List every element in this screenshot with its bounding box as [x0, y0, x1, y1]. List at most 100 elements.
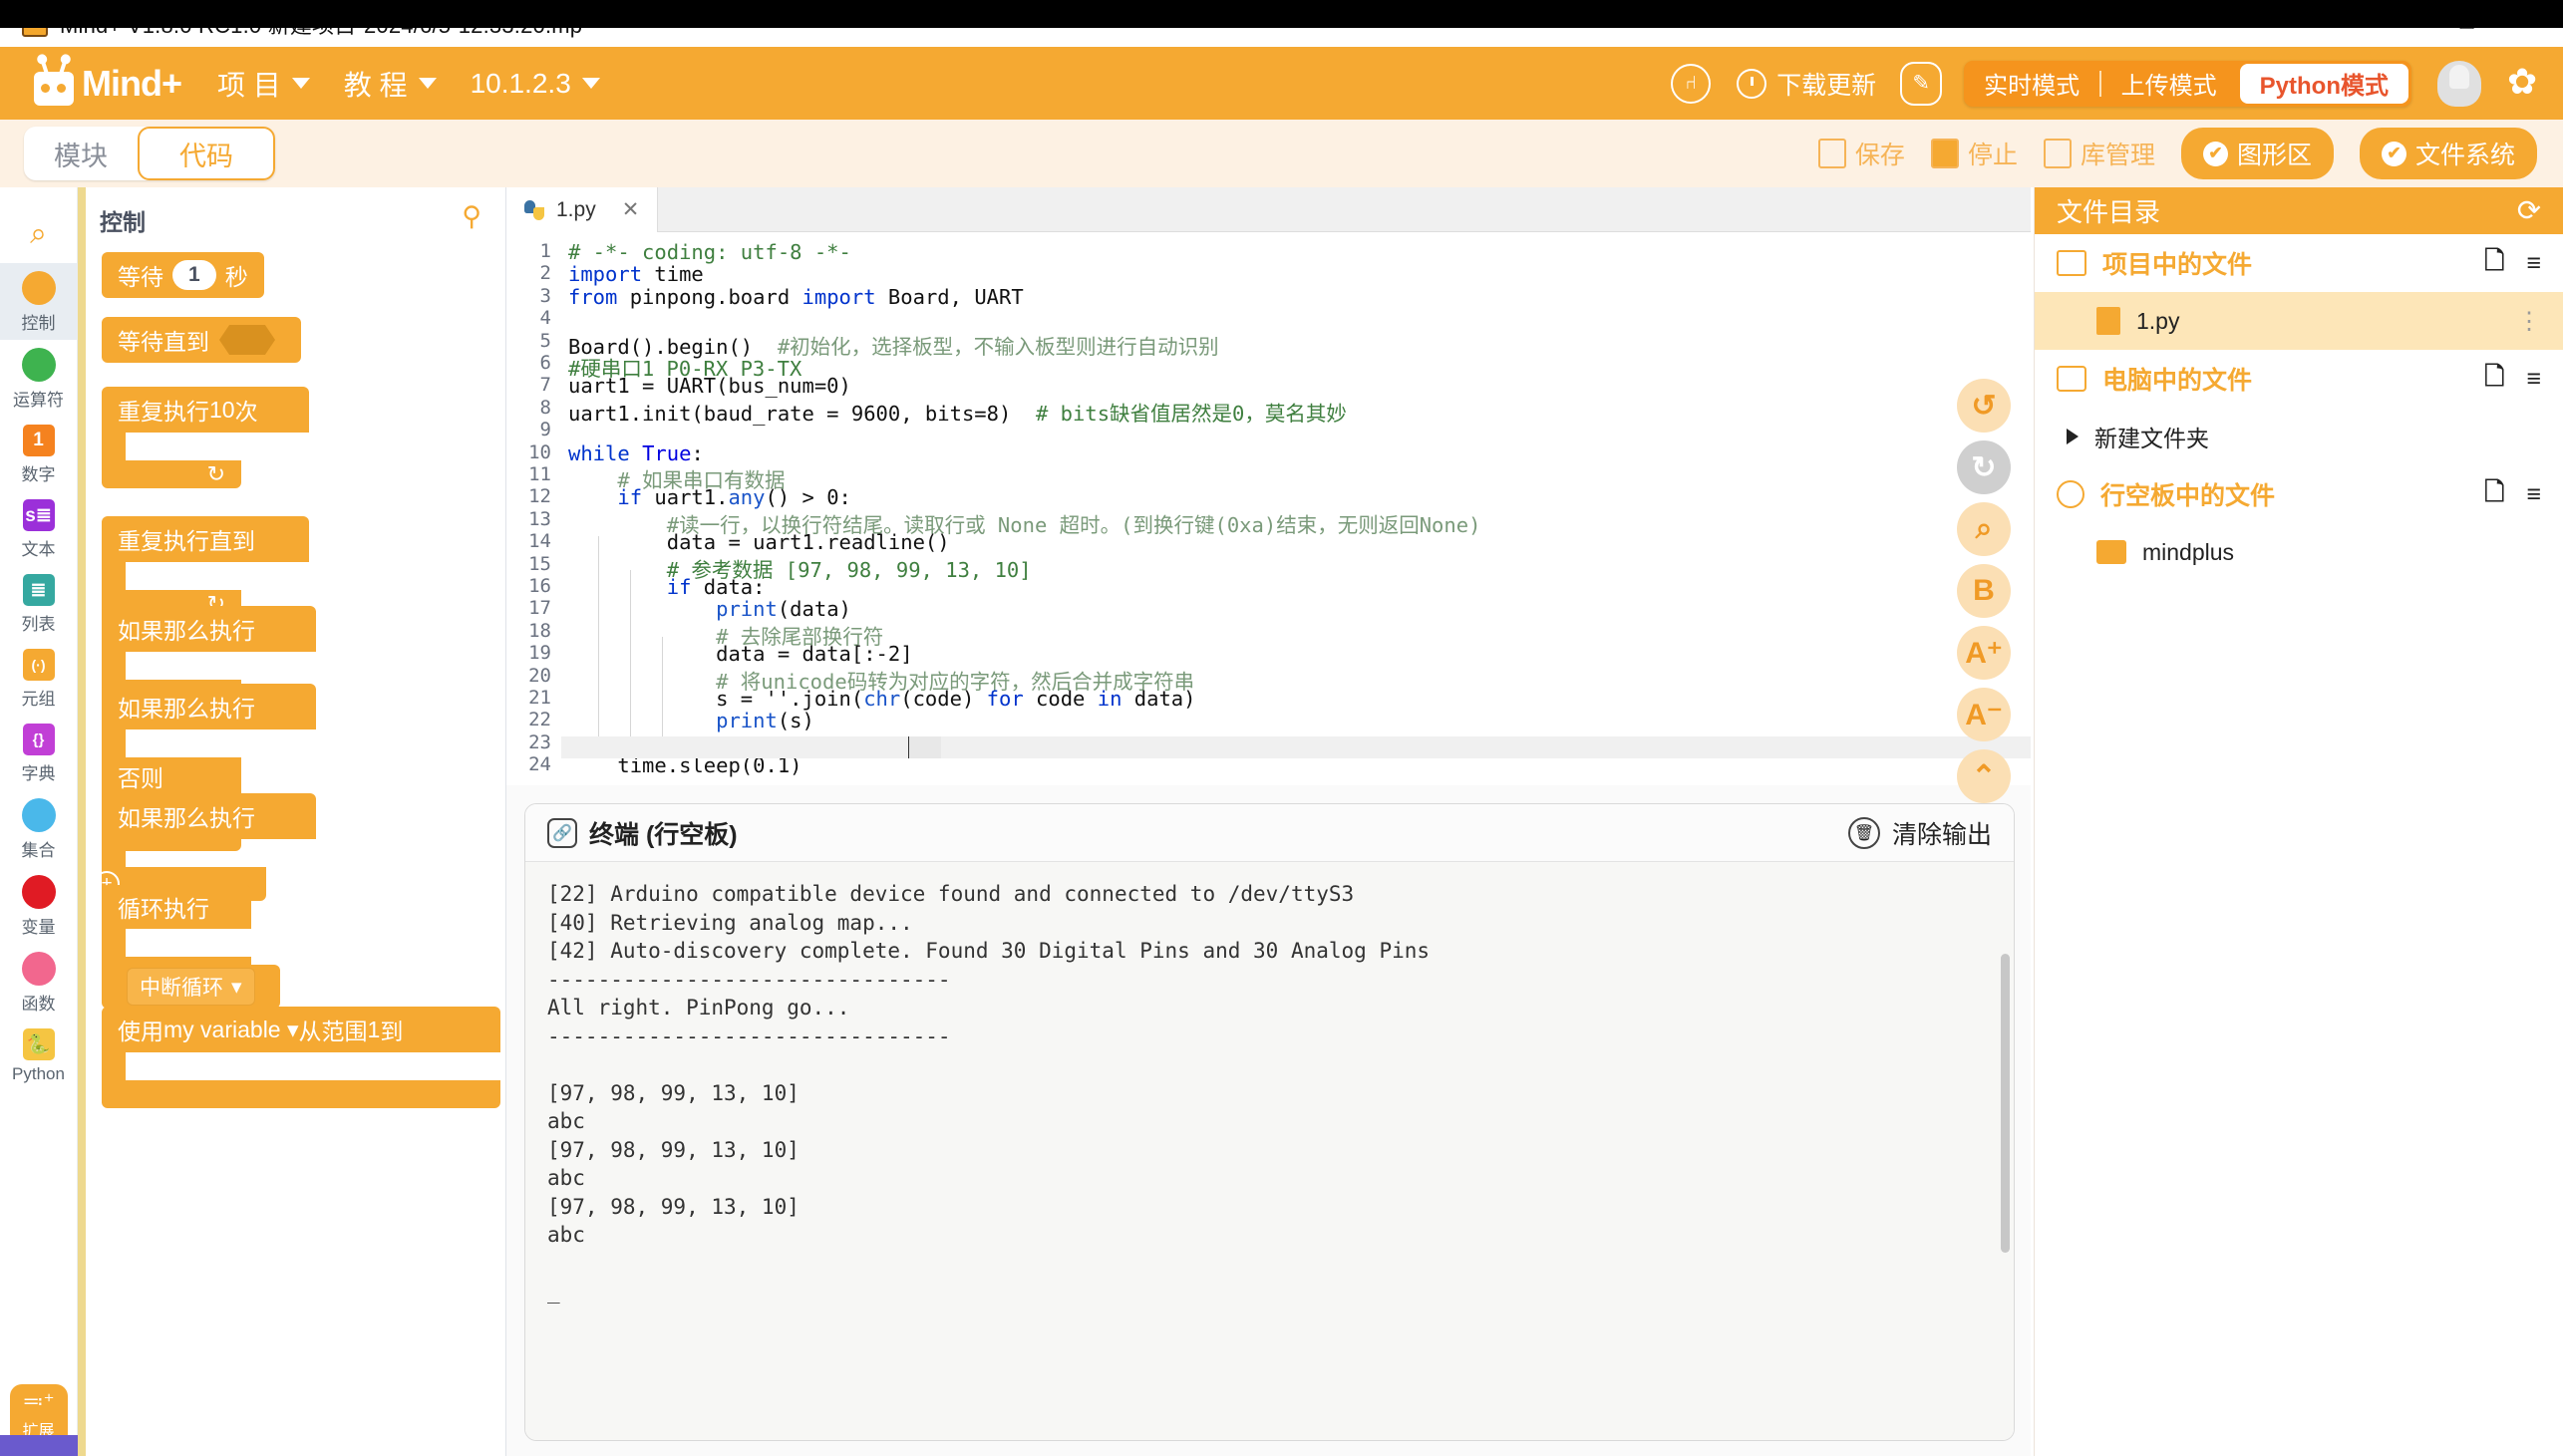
menu-project[interactable]: 项 目	[217, 64, 310, 104]
code-line[interactable]: # -*- coding: utf-8 -*-	[568, 240, 851, 264]
save-label: 保存	[1854, 142, 1905, 169]
block-input-seconds[interactable]: 1	[172, 260, 216, 290]
library-manager-button[interactable]: 库管理	[2043, 136, 2155, 171]
folder-item-new-folder[interactable]: 新建文件夹	[2035, 408, 2563, 465]
block-repeat-times[interactable]: 重复执行 10 次 ↻	[102, 387, 309, 488]
download-update-label: 下载更新	[1776, 71, 1877, 100]
code-line[interactable]: data = data[:-2]	[568, 642, 912, 666]
collapse-up-icon[interactable]: ⌃	[1957, 749, 2011, 803]
search-icon[interactable]: ⌕	[0, 205, 77, 263]
graphics-area-toggle[interactable]: ✔ 图形区	[2180, 128, 2334, 179]
save-button[interactable]: 保存	[1817, 136, 1905, 171]
tab-code[interactable]: 代码	[138, 127, 275, 180]
file-item-1py[interactable]: 1.py ⋮	[2035, 292, 2563, 350]
rail-item-variable[interactable]: 变量	[0, 867, 77, 944]
file-system-toggle[interactable]: ✔ 文件系统	[2359, 128, 2537, 179]
pin-icon[interactable]: ⚲	[462, 201, 481, 232]
undo-icon[interactable]: ↺	[1957, 379, 2011, 433]
main-toolbar-right: ⑁ 下载更新 ✎ 实时模式 上传模式 Python模式 ✿	[1671, 60, 2563, 107]
app-logo: Mind+	[28, 61, 182, 106]
menu-icon[interactable]: ≡	[2526, 365, 2541, 394]
editor-tab-1py[interactable]: 1.py ✕	[506, 187, 659, 232]
pen-square-icon[interactable]: ✎	[1900, 61, 1943, 106]
stop-button[interactable]: 停止	[1930, 136, 2018, 171]
code-line[interactable]: uart1 = UART(bus_num=0)	[568, 374, 851, 398]
bold-icon[interactable]: B	[1957, 564, 2011, 618]
mode-upload[interactable]: 上传模式	[2101, 61, 2237, 107]
mode-python[interactable]: Python模式	[2239, 63, 2408, 104]
download-update-button[interactable]: 下载更新	[1737, 66, 1876, 102]
kebab-icon[interactable]: ⋮	[2517, 307, 2541, 336]
file-group-computer[interactable]: 电脑中的文件 🗋 ≡	[2035, 350, 2563, 408]
rail-item-number[interactable]: 1 数字	[0, 417, 77, 491]
check-icon: ✔	[2202, 141, 2228, 166]
code-token: (s)	[777, 709, 814, 733]
menu-icon[interactable]: ≡	[2526, 480, 2541, 509]
rail-item-python[interactable]: 🐍 Python	[0, 1020, 77, 1090]
code-token: # bits缺省值居然是0，莫名其妙	[1036, 401, 1347, 426]
expand-triangle-icon[interactable]	[2067, 429, 2079, 444]
block-wait-until[interactable]: 等待直到	[102, 317, 301, 363]
block-wait-seconds[interactable]: 等待 1 秒	[102, 252, 264, 298]
rail-item-text[interactable]: s≣ 文本	[0, 491, 77, 566]
file-group-board[interactable]: 行空板中的文件 🗋 ≡	[2035, 465, 2563, 523]
code-line[interactable]: while True:	[568, 441, 704, 465]
file-panel-title: 文件目录	[2057, 197, 2161, 227]
code-line[interactable]: print(s)	[568, 709, 814, 732]
menu-version[interactable]: 10.1.2.3	[471, 68, 600, 100]
menu-tutorial[interactable]: 教 程	[344, 64, 437, 104]
rail-item-operators[interactable]: 运算符	[0, 340, 77, 417]
rail-item-function[interactable]: 函数	[0, 944, 77, 1020]
code-line[interactable]: import time	[568, 262, 704, 286]
block-input-count[interactable]: 10	[209, 397, 235, 424]
code-line[interactable]: print(data)	[568, 597, 851, 621]
refresh-icon[interactable]: ⟳	[2517, 193, 2541, 228]
rail-item-set[interactable]: 集合	[0, 790, 77, 867]
block-input-from[interactable]: 1	[368, 1017, 381, 1043]
variable-dropdown[interactable]: my variable ▾	[163, 1017, 299, 1043]
font-increase-icon[interactable]: A⁺	[1957, 626, 2011, 680]
code-editor[interactable]: 1 2 3 4 5 6 7 8 9 10 11 12 13 14 15 16 17 18 19 20 21 22 23 24 …	[506, 232, 2031, 785]
rail-item-tuple[interactable]: (·) 元组	[0, 641, 77, 716]
block-condition-slot[interactable]	[219, 325, 275, 355]
block-break-loop[interactable]: 中断循环 ▾	[102, 965, 280, 1009]
mode-realtime[interactable]: 实时模式	[1964, 61, 2099, 107]
code-line[interactable]: from pinpong.board import Board, UART	[568, 285, 1024, 309]
block-label: 重复执行直到	[118, 528, 255, 554]
code-line[interactable]: uart1.init(baud_rate = 9600, bits=8) # b…	[568, 397, 1347, 427]
folder-item-mindplus[interactable]: mindplus	[2035, 523, 2563, 581]
avatar[interactable]	[2437, 60, 2481, 107]
block-for-range[interactable]: 使用 my variable ▾ 从范围 1 到	[102, 1007, 500, 1108]
clear-output-button[interactable]: 🗑 清除输出	[1847, 815, 1992, 851]
palette-scroll-stripe[interactable]	[78, 187, 86, 1456]
loop-arrow-icon: ↻	[206, 461, 225, 486]
code-line[interactable]: if uart1.any() > 0:	[568, 485, 851, 509]
file-add-icon[interactable]: 🗋	[2484, 242, 2504, 285]
file-add-icon[interactable]: 🗋	[2484, 358, 2504, 401]
code-line[interactable]: data = uart1.readline()	[568, 530, 950, 554]
file-panel-header: 文件目录 ⟳	[2035, 187, 2563, 234]
tab-modules[interactable]: 模块	[24, 127, 138, 180]
file-group-project[interactable]: 项目中的文件 🗋 ≡	[2035, 234, 2563, 292]
line-number: 12	[528, 485, 551, 508]
redo-icon[interactable]: ↻	[1957, 440, 2011, 494]
block-label: 如果	[118, 618, 163, 644]
block-repeat-until[interactable]: 重复执行直到 ↻	[102, 516, 309, 618]
screen-top-black-strip	[0, 0, 2563, 28]
rail-item-list[interactable]: ≣ 列表	[0, 566, 77, 641]
font-decrease-icon[interactable]: A⁻	[1957, 688, 2011, 741]
terminal-output[interactable]: [22] Arduino compatible device found and…	[525, 862, 2014, 1440]
close-icon[interactable]: ✕	[622, 197, 640, 222]
rail-item-control[interactable]: 控制	[0, 263, 77, 340]
rail-item-dict[interactable]: {} 字典	[0, 716, 77, 790]
line-number: 9	[539, 419, 551, 441]
file-add-icon[interactable]: 🗋	[2484, 473, 2504, 516]
chart-icon[interactable]: ⑁	[1671, 63, 1712, 104]
break-dropdown[interactable]: 中断循环 ▾	[127, 968, 255, 1006]
gear-icon[interactable]: ✿	[2507, 63, 2545, 103]
terminal-scrollbar[interactable]	[2001, 954, 2010, 1253]
menu-icon[interactable]: ≡	[2526, 249, 2541, 278]
search-icon[interactable]: ⌕	[1957, 502, 2011, 556]
